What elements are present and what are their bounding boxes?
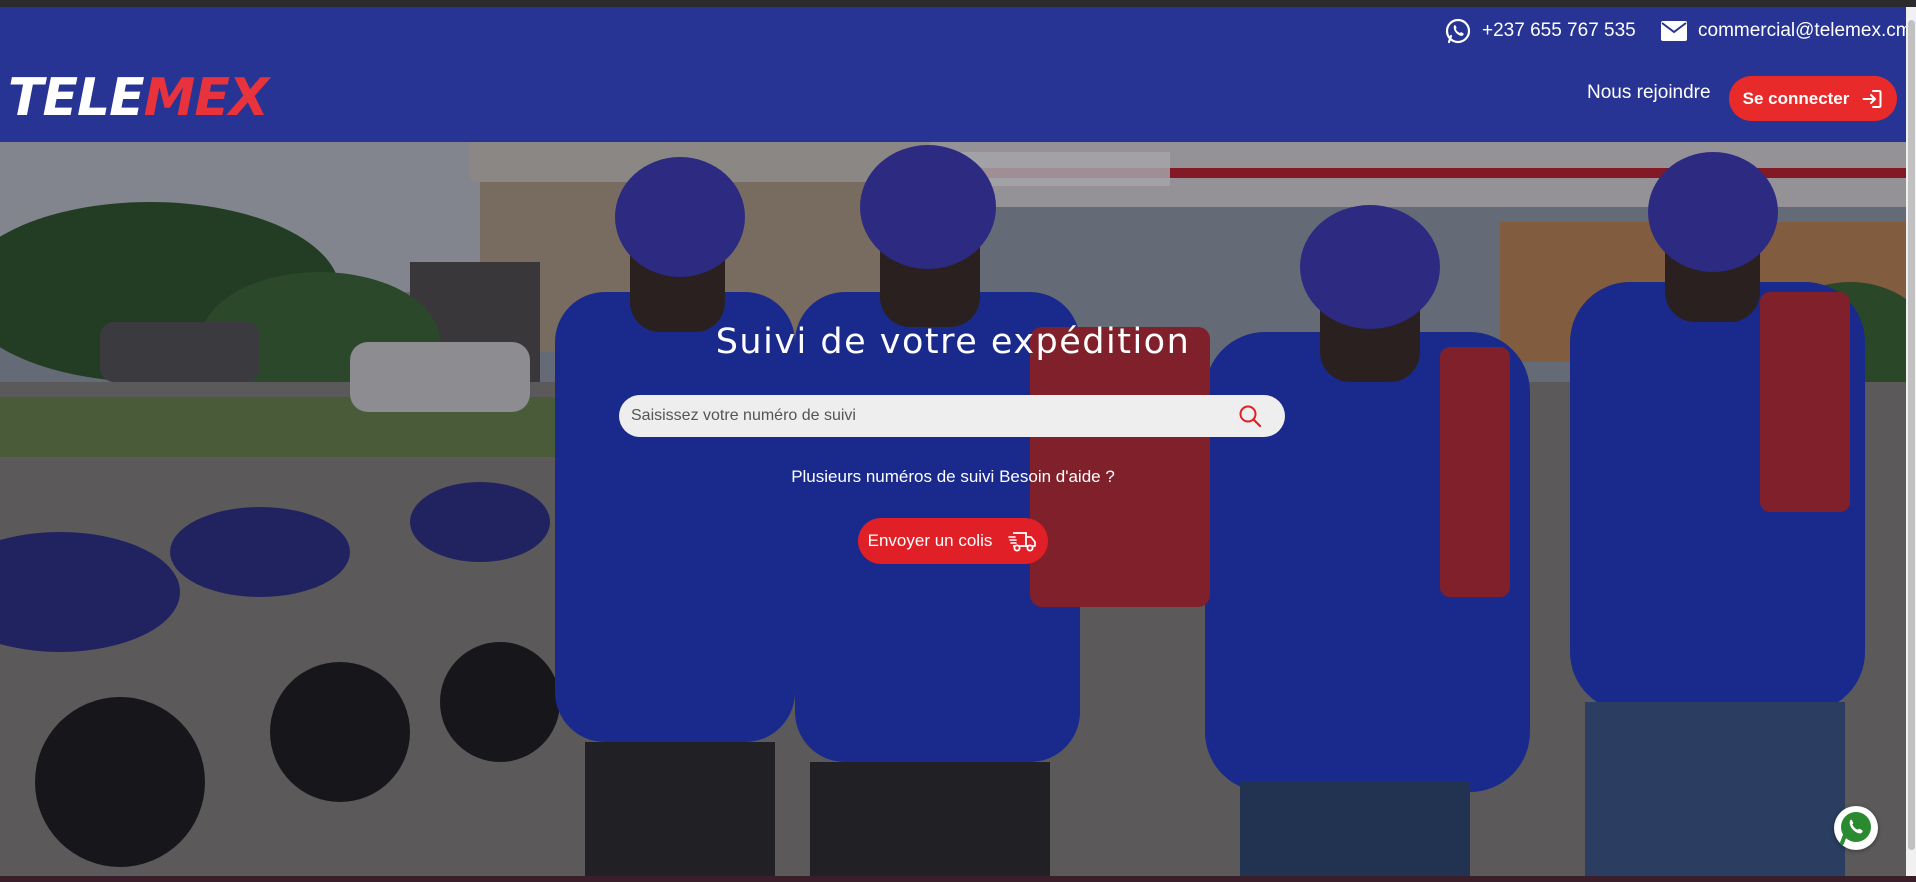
hero-section: Suivi de votre expédition Plusieurs numé…	[0, 142, 1906, 876]
send-parcel-button[interactable]: Envoyer un colis	[858, 518, 1048, 564]
window-bottom-strip	[0, 876, 1916, 882]
tracking-search-box	[619, 395, 1285, 437]
logo-text-mex: MEX	[143, 68, 269, 128]
main-navbar: TELE MEX Nous rejoindre Se connecter	[0, 54, 1906, 142]
whatsapp-chat-button[interactable]	[1834, 806, 1878, 850]
help-link[interactable]: Besoin d'aide ?	[999, 467, 1115, 486]
tracking-number-input[interactable]	[629, 406, 1237, 426]
hero-dark-overlay	[0, 142, 1906, 876]
tracking-help-links: Plusieurs numéros de suivi Besoin d'aide…	[0, 467, 1906, 487]
login-button[interactable]: Se connecter	[1729, 76, 1897, 121]
whatsapp-icon	[1840, 812, 1871, 845]
logo-text-tele: TELE	[8, 68, 145, 128]
send-parcel-label: Envoyer un colis	[867, 531, 993, 550]
telemex-logo[interactable]: TELE MEX	[8, 68, 269, 128]
contact-bar: +237 655 767 535 commercial@telemex.cm	[0, 7, 1912, 54]
window-top-strip	[0, 0, 1916, 7]
scrollbar-thumb[interactable]	[1908, 20, 1915, 850]
contact-email-text: commercial@telemex.cm	[1698, 19, 1912, 41]
contact-phone-text: +237 655 767 535	[1482, 19, 1636, 41]
envelope-icon	[1661, 20, 1687, 41]
login-button-label: Se connecter	[1742, 88, 1850, 108]
delivery-truck-icon	[1008, 532, 1037, 552]
contact-phone[interactable]: +237 655 767 535	[1444, 7, 1636, 54]
contact-email[interactable]: commercial@telemex.cm	[1660, 7, 1912, 54]
search-icon[interactable]	[1237, 403, 1263, 429]
sign-in-icon	[1862, 89, 1882, 108]
multiple-tracking-link[interactable]: Plusieurs numéros de suivi	[791, 467, 994, 486]
whatsapp-icon	[1445, 18, 1471, 43]
tracking-title: Suivi de votre expédition	[715, 322, 1191, 362]
join-us-link[interactable]: Nous rejoindre	[1587, 82, 1711, 104]
